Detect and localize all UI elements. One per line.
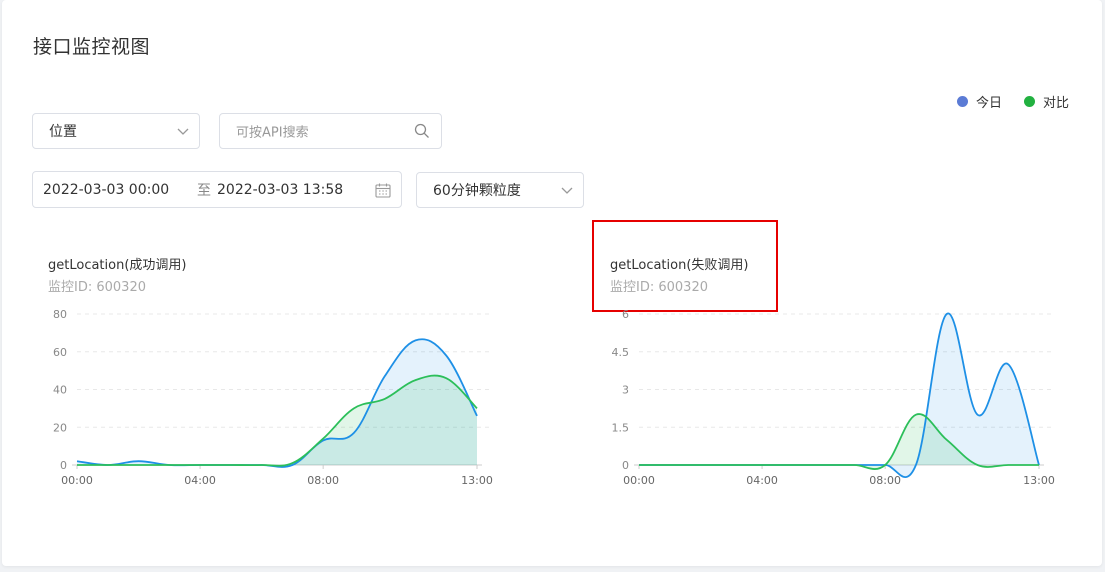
y-tick-label: 4.5 (612, 346, 630, 359)
legend-today[interactable]: 今日 (957, 92, 1002, 111)
y-tick-label: 1.5 (612, 421, 630, 434)
type-select[interactable]: 位置 (32, 113, 200, 149)
legend-compare-dot (1024, 96, 1035, 107)
legend-compare-label: 对比 (1043, 96, 1070, 111)
series-area-today (639, 313, 1039, 478)
type-select-value: 位置 (49, 124, 77, 140)
x-tick-label: 04:00 (746, 474, 778, 487)
page-title: 接口监控视图 (33, 36, 151, 58)
y-tick-label: 3 (622, 384, 629, 397)
chevron-down-icon (561, 187, 573, 194)
x-tick-label: 04:00 (184, 474, 216, 487)
date-start[interactable]: 2022-03-03 00:00 (43, 182, 169, 198)
monitor-card: 接口监控视图 今日 对比 位置 可按API搜索 2022-03-03 00:00… (2, 0, 1102, 566)
granularity-value: 60分钟颗粒度 (433, 183, 521, 199)
chart-failure: 0 1.5 3 4.5 6 00:00 04:00 08:00 13:00 (612, 308, 1055, 487)
y-tick-label: 20 (53, 421, 67, 434)
chart-success: 0 20 40 60 80 00:00 04:00 08:00 13:00 (53, 308, 493, 487)
date-range-picker[interactable]: 2022-03-03 00:00 至 2022-03-03 13:58 (32, 171, 402, 208)
date-end[interactable]: 2022-03-03 13:58 (217, 182, 343, 198)
y-tick-label: 0 (60, 459, 67, 472)
y-tick-label: 40 (53, 384, 67, 397)
y-tick-label: 60 (53, 346, 67, 359)
y-tick-label: 0 (622, 459, 629, 472)
chart-success-title: getLocation(成功调用) (48, 258, 187, 273)
chart-success-subtitle: 监控ID: 600320 (48, 280, 146, 295)
api-search-input[interactable]: 可按API搜索 (219, 113, 442, 149)
x-tick-label: 00:00 (61, 474, 93, 487)
calendar-icon[interactable] (375, 183, 391, 198)
highlight-box (592, 220, 778, 312)
date-separator: 至 (197, 182, 211, 199)
x-tick-label: 13:00 (461, 474, 493, 487)
x-tick-label: 08:00 (307, 474, 339, 487)
search-placeholder: 可按API搜索 (236, 125, 309, 141)
chevron-down-icon (177, 128, 189, 135)
x-tick-label: 13:00 (1023, 474, 1055, 487)
x-tick-label: 00:00 (623, 474, 655, 487)
legend-compare[interactable]: 对比 (1024, 92, 1069, 111)
y-tick-label: 80 (53, 308, 67, 321)
search-icon[interactable] (414, 123, 430, 139)
legend-today-dot (957, 96, 968, 107)
legend-today-label: 今日 (976, 96, 1003, 111)
y-tick-label: 6 (622, 308, 629, 321)
granularity-select[interactable]: 60分钟颗粒度 (416, 172, 584, 208)
x-tick-label: 08:00 (869, 474, 901, 487)
